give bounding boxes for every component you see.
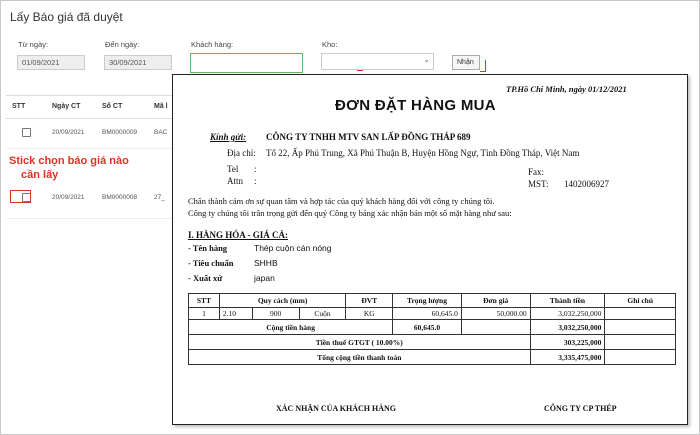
goods-table-header: STT Quy cách (mm) ĐVT Trọng lượng Đơn gi… xyxy=(188,293,676,308)
sign-customer: XÁC NHẬN CỦA KHÁCH HÀNG xyxy=(276,404,396,413)
row-doc-no: BM0000009 xyxy=(102,129,138,136)
col-stt[interactable]: STT xyxy=(12,103,25,110)
customer-input[interactable] xyxy=(190,53,303,73)
grand-total-row: Tổng cộng tiền thanh toán 3,335,475,000 xyxy=(188,349,676,365)
origin-label: - Xuất xứ xyxy=(188,273,223,283)
row-code: BAC xyxy=(154,129,168,136)
cell-unit: KG xyxy=(345,307,394,320)
place-date: TP.Hồ Chí Minh, ngày 01/12/2021 xyxy=(506,84,627,94)
th-weight: Trọng lượng xyxy=(392,293,462,308)
tel-label: Tel xyxy=(227,164,239,174)
grand-total-value: 3,335,475,000 xyxy=(529,349,606,365)
th-unit: ĐVT xyxy=(345,293,394,308)
cell-amount: 3,032,250,000 xyxy=(529,307,606,320)
cell-price: 50,000.00 xyxy=(460,307,531,320)
table-row[interactable]: 20/09/2021 BM0000009 BAC xyxy=(6,118,172,149)
cell-spec-2: 900 xyxy=(251,307,300,320)
sign-company: CÔNG TY CP THÉP xyxy=(544,404,617,413)
instruction-annotation: Stick chọn báo giá nào cần lấy xyxy=(9,154,179,182)
mst-label: MST: xyxy=(528,179,549,189)
document-title: ĐƠN ĐẶT HÀNG MUA xyxy=(335,97,496,114)
total-note-empty xyxy=(604,319,676,335)
vat-label: Tiền thuế GTGT ( 10.00%) xyxy=(188,334,531,350)
origin-value: japan xyxy=(254,273,275,283)
purchase-order-document: TP.Hồ Chí Minh, ngày 01/12/2021 ĐƠN ĐẶT … xyxy=(172,74,688,425)
warehouse-select[interactable]: ⌄ xyxy=(321,53,434,70)
cell-note xyxy=(604,307,676,320)
vat-value: 303,225,000 xyxy=(529,334,606,350)
intro-line-2: Công ty chúng tôi trân trọng gửi đến quý… xyxy=(188,208,512,218)
col-doc-no[interactable]: Số CT xyxy=(102,103,122,110)
cell-spec-3: Cuộn xyxy=(298,307,347,320)
address-value: Tổ 22, Ấp Phú Trung, Xã Phú Thuận B, Huy… xyxy=(266,148,580,158)
vat-row: Tiền thuế GTGT ( 10.00%) 303,225,000 xyxy=(188,334,676,350)
annotation-line-2: cần lấy xyxy=(21,169,59,181)
red-annotation-line xyxy=(357,70,363,71)
th-note: Ghi chú xyxy=(604,293,676,308)
customer-label: Khách hàng: xyxy=(191,40,234,49)
total-price-empty xyxy=(460,319,531,335)
red-annotation-mark xyxy=(480,60,486,72)
checkbox-icon[interactable] xyxy=(22,128,31,137)
col-code[interactable]: Mã l xyxy=(154,103,168,110)
cell-weight: 60,645.0 xyxy=(392,307,462,320)
goods-table: STT Quy cách (mm) ĐVT Trọng lượng Đơn gi… xyxy=(187,293,676,365)
standard-value: SHHB xyxy=(254,258,278,268)
total-weight: 60,645.0 xyxy=(392,319,462,335)
mst-value: 1402006927 xyxy=(564,179,609,189)
grand-note-empty xyxy=(604,349,676,365)
attn-label: Attn xyxy=(227,176,244,186)
to-label: Kính gửi: xyxy=(210,132,247,142)
to-date-label: Đến ngày: xyxy=(105,40,140,49)
cell-stt: 1 xyxy=(188,307,220,320)
total-goods-row: Cộng tiền hàng 60,645.0 3,032,250,000 xyxy=(187,319,676,335)
grand-total-label: Tổng cộng tiền thanh toán xyxy=(188,349,531,365)
total-goods-value: 3,032,250,000 xyxy=(529,319,606,335)
row-code: 27_ xyxy=(154,194,165,201)
from-date-input[interactable]: 01/09/2021 xyxy=(17,55,85,70)
th-amount: Thành tiền xyxy=(529,293,606,308)
vat-note-empty xyxy=(604,334,676,350)
total-goods-label: Cộng tiền hàng xyxy=(187,319,394,335)
cell-spec-1: 2.10 xyxy=(218,307,253,320)
col-date[interactable]: Ngày CT xyxy=(52,103,80,110)
window-title: Lấy Báo giá đã duyệt xyxy=(10,10,123,24)
goods-name-label: - Tên hàng xyxy=(188,243,228,253)
company-name: CÔNG TY TNHH MTV SAN LẤP ĐỒNG THÁP 689 xyxy=(266,132,471,142)
checkbox-highlight xyxy=(10,190,31,203)
th-stt: STT xyxy=(188,293,220,308)
th-spec: Quy cách (mm) xyxy=(218,293,347,308)
chevron-down-icon: ⌄ xyxy=(423,55,430,64)
th-price: Đơn giá xyxy=(460,293,531,308)
from-date-label: Từ ngày: xyxy=(18,40,49,49)
standard-label: - Tiêu chuẩn xyxy=(188,258,234,268)
intro-line-1: Chân thành cảm ơn sự quan tâm và hợp tác… xyxy=(188,196,495,206)
receive-button[interactable]: Nhận xyxy=(452,55,480,70)
to-date-input[interactable]: 30/09/2021 xyxy=(104,55,172,70)
fax-label: Fax: xyxy=(528,167,545,177)
tel-colon: : xyxy=(254,164,257,174)
table-row: 1 2.10 900 Cuộn KG 60,645.0 50,000.00 3,… xyxy=(188,307,676,320)
warehouse-label: Kho: xyxy=(322,40,338,49)
address-label: Địa chỉ: xyxy=(227,148,256,158)
section-title: I. HÀNG HÓA - GIÁ CẢ: xyxy=(188,230,289,240)
row-doc-no: BM0000008 xyxy=(102,194,138,201)
attn-colon: : xyxy=(254,176,257,186)
annotation-line-1: Stick chọn báo giá nào xyxy=(9,155,129,167)
row-date: 20/09/2021 xyxy=(52,129,85,136)
row-date: 20/09/2021 xyxy=(52,194,85,201)
grid-header: STT Ngày CT Số CT Mã l xyxy=(6,95,172,119)
goods-name-value: Thép cuộn cán nóng xyxy=(254,243,332,253)
